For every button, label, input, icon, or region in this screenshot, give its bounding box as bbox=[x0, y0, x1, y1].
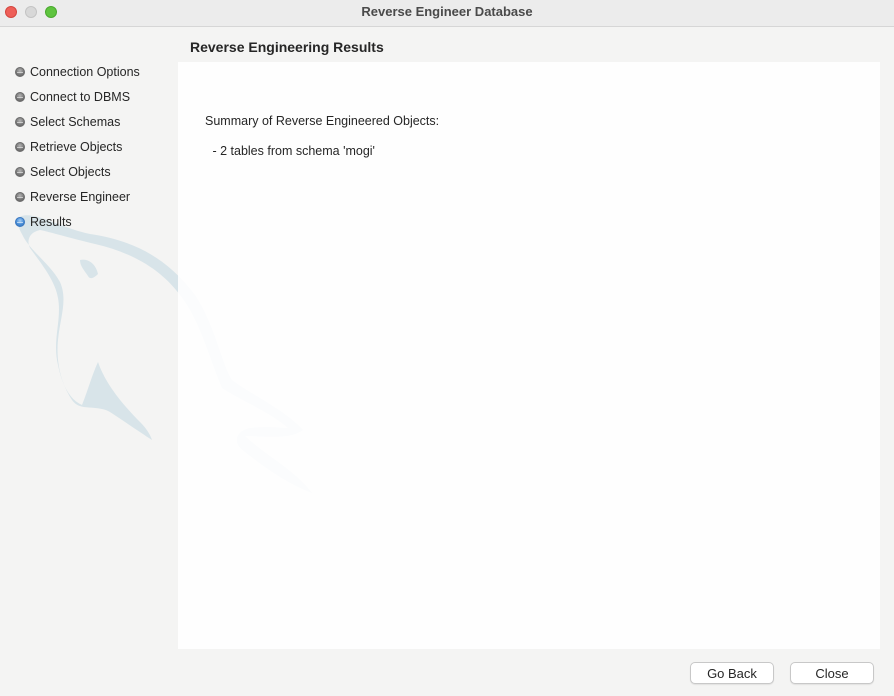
step-connect-to-dbms[interactable]: Connect to DBMS bbox=[15, 87, 130, 107]
step-results[interactable]: Results bbox=[15, 212, 72, 232]
summary-heading: Summary of Reverse Engineered Objects: bbox=[205, 114, 440, 128]
step-label: Connection Options bbox=[30, 65, 140, 79]
step-done-icon bbox=[15, 92, 25, 102]
step-select-objects[interactable]: Select Objects bbox=[15, 162, 111, 182]
step-done-icon bbox=[15, 192, 25, 202]
step-label: Results bbox=[30, 215, 72, 229]
summary-item: - 2 tables from schema 'mogi' bbox=[209, 144, 375, 158]
window-title: Reverse Engineer Database bbox=[361, 4, 533, 19]
title-bar: Reverse Engineer Database bbox=[0, 0, 894, 27]
step-retrieve-objects[interactable]: Retrieve Objects bbox=[15, 137, 122, 157]
step-label: Select Objects bbox=[30, 165, 111, 179]
step-label: Reverse Engineer bbox=[30, 190, 131, 204]
step-select-schemas[interactable]: Select Schemas bbox=[15, 112, 120, 132]
step-done-icon bbox=[15, 67, 25, 77]
step-done-icon bbox=[15, 167, 25, 177]
step-label: Retrieve Objects bbox=[30, 140, 123, 154]
step-done-icon bbox=[15, 117, 25, 127]
step-label: Select Schemas bbox=[30, 115, 121, 129]
go-back-button[interactable]: Go Back bbox=[690, 662, 774, 684]
results-panel: Summary of Reverse Engineered Objects: -… bbox=[178, 62, 880, 649]
step-label: Connect to DBMS bbox=[30, 90, 131, 104]
step-active-icon bbox=[15, 217, 25, 227]
step-done-icon bbox=[15, 142, 25, 152]
step-reverse-engineer[interactable]: Reverse Engineer bbox=[15, 187, 130, 207]
step-connection-options[interactable]: Connection Options bbox=[15, 62, 140, 82]
close-button[interactable]: Close bbox=[790, 662, 874, 684]
reverse-engineer-window: Reverse Engineer Database Reverse Engine… bbox=[0, 0, 894, 696]
page-title: Reverse Engineering Results bbox=[190, 39, 384, 55]
